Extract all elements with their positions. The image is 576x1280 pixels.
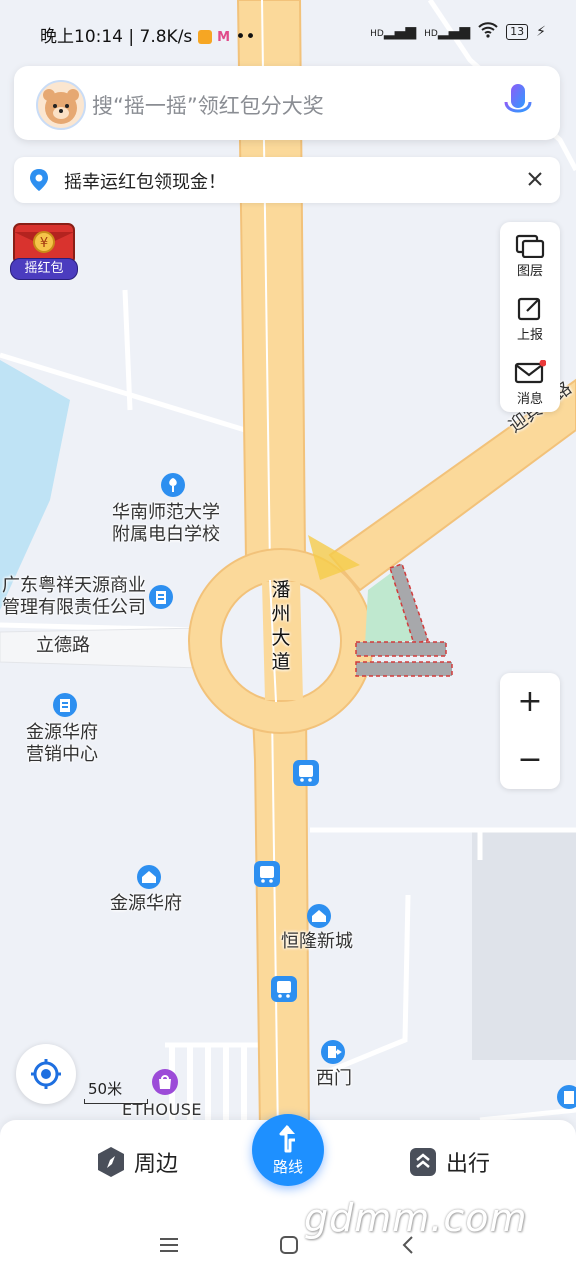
poi-ximen-icon[interactable] (320, 1039, 346, 1069)
poi-jinyuan-icon[interactable] (136, 864, 162, 894)
poi-label-henglong[interactable]: 恒隆新城 (281, 931, 353, 953)
tab-travel-label: 出行 (446, 1152, 491, 1177)
poi-partial-icon[interactable] (556, 1084, 576, 1114)
search-input[interactable]: 搜“摇一摇”领红包分大奖 (92, 90, 324, 120)
wifi-icon (478, 22, 498, 42)
signal-icon: HD▂▄▆ (370, 24, 417, 40)
map-tools-panel: 图层 上报 消息 (500, 222, 560, 412)
search-bar[interactable]: 搜“摇一摇”领红包分大奖 (14, 66, 560, 140)
tab-nearby-label: 周边 (134, 1152, 179, 1177)
notification-icon (197, 30, 212, 44)
travel-icon (410, 1148, 436, 1176)
poi-label-company[interactable]: 广东粤祥天源商业 管理有限责任公司 (0, 575, 146, 619)
location-pin-icon (28, 168, 50, 196)
layers-icon (515, 234, 545, 258)
tab-travel[interactable]: 出行 (408, 1142, 490, 1182)
home-icon[interactable] (276, 1232, 306, 1262)
poi-sales-center-icon[interactable] (52, 692, 78, 722)
zoom-control: + − (500, 673, 560, 789)
notice-banner[interactable]: 摇幸运红包领现金！ (14, 157, 560, 203)
poi-company-icon[interactable] (148, 584, 174, 614)
report-button[interactable]: 上报 (500, 288, 560, 350)
bus-stop-icon[interactable] (270, 975, 298, 1009)
tab-nearby[interactable]: 周边 (96, 1142, 178, 1182)
charging-icon: ⚡ (536, 24, 546, 40)
red-packet-label[interactable]: 摇红包 (10, 258, 78, 280)
close-icon[interactable] (522, 166, 548, 192)
report-label: 上报 (516, 328, 543, 343)
signal-icon-2: HD▂▄▆ (424, 24, 471, 40)
layers-label: 图层 (516, 264, 543, 279)
messages-label: 消息 (516, 392, 543, 407)
mail-icon (514, 360, 546, 384)
zoom-out-button[interactable]: − (500, 731, 560, 789)
layers-button[interactable]: 图层 (500, 224, 560, 286)
locate-icon (31, 1059, 61, 1089)
status-time: 晚上10:14 | 7.8K/s M •• (40, 27, 256, 47)
route-label: 路线 (272, 1158, 303, 1176)
watermark: gdmm.com (304, 1196, 528, 1240)
bear-avatar-icon[interactable] (36, 80, 86, 130)
road-label-lide: 立德路 (36, 635, 90, 656)
scale-bar (84, 1099, 148, 1104)
more-notifications: •• (235, 27, 256, 47)
route-button[interactable]: 路线 (252, 1114, 324, 1186)
zoom-in-button[interactable]: + (500, 673, 560, 731)
poi-label-sales-center[interactable]: 金源华府 营销中心 (26, 722, 98, 766)
menu-icon[interactable] (156, 1232, 186, 1262)
microphone-icon[interactable] (496, 80, 540, 126)
poi-label-school[interactable]: 华南师范大学 附属电白学校 (112, 502, 220, 546)
poi-ethouse-icon[interactable] (151, 1068, 179, 1100)
poi-school-icon[interactable] (160, 472, 186, 502)
edit-report-icon (517, 297, 541, 321)
messages-button[interactable]: 消息 (500, 352, 560, 414)
bus-stop-icon[interactable] (253, 860, 281, 894)
app-notification-icon: M (217, 29, 231, 45)
notice-text[interactable]: 摇幸运红包领现金！ (64, 168, 226, 194)
poi-label-ximen[interactable]: 西门 (316, 1068, 352, 1090)
svg-text:¥: ¥ (40, 236, 48, 251)
poi-henglong-icon[interactable] (306, 903, 332, 933)
bus-stop-icon[interactable] (292, 759, 320, 793)
locate-button[interactable] (16, 1044, 76, 1104)
battery-icon: 13 (506, 24, 529, 40)
road-label-panzhou: 潘州大道 (271, 579, 291, 673)
route-arrow-icon (279, 1125, 295, 1153)
poi-label-jinyuan[interactable]: 金源华府 (110, 893, 182, 915)
compass-icon (98, 1147, 124, 1177)
building-block (472, 832, 576, 1060)
scale-label: 50米 (88, 1080, 123, 1098)
status-icons: HD▂▄▆ HD▂▄▆ 13 ⚡ (370, 22, 546, 42)
